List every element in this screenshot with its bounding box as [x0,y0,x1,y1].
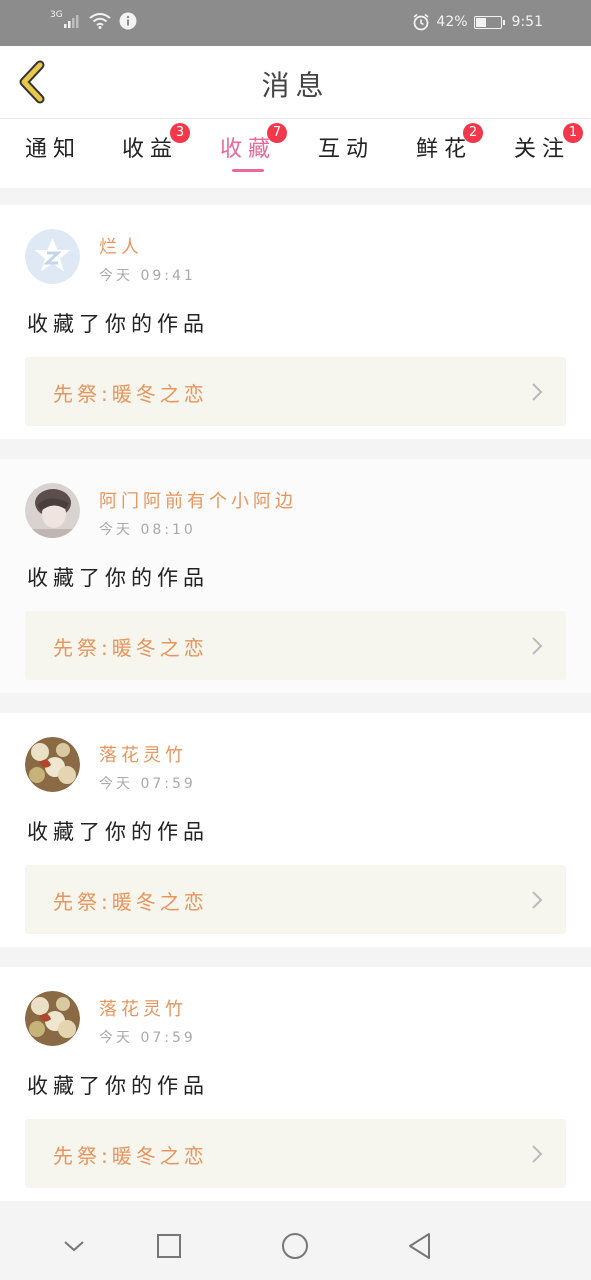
unread-badge: 2 [463,123,483,143]
clock: 9:51 [511,14,543,30]
active-tab-indicator [232,169,264,172]
tab-label: 收藏 [219,137,276,162]
tab-label: 关注 [513,137,570,162]
message-time: 今天 08:10 [99,522,196,538]
network-type: 3G [50,10,63,20]
signal-icon [63,15,79,28]
unread-badge: 3 [170,123,190,143]
message-time: 今天 07:59 [99,1030,196,1046]
wifi-icon [89,13,111,29]
user-name[interactable]: 落花灵竹 [99,995,187,1021]
tab-earnings[interactable]: 收益 3 [105,123,195,163]
message-tabs: 通知 收益 3 收藏 7 互动 鲜花 2 关注 1 [0,119,591,188]
avatar[interactable] [25,737,80,792]
avatar[interactable] [25,483,80,538]
user-name[interactable]: 落花灵竹 [99,741,187,767]
system-nav-bar [0,1214,591,1280]
message-text: 收藏了你的作品 [27,820,209,844]
tab-follows[interactable]: 关注 1 [497,123,587,163]
chevron-right-icon [532,1145,543,1163]
work-link[interactable]: 先祭:暖冬之恋 [25,1119,566,1188]
tab-label: 鲜花 [415,137,472,162]
tab-interactions[interactable]: 互动 [301,131,391,163]
tab-notice[interactable]: 通知 [8,131,98,163]
message-text: 收藏了你的作品 [27,1074,209,1098]
battery-icon [473,15,505,29]
work-title: 先祭:暖冬之恋 [53,636,208,660]
message-card: 落花灵竹 今天 07:59 收藏了你的作品 先祭:暖冬之恋 [0,967,591,1201]
work-title: 先祭:暖冬之恋 [53,1144,208,1168]
square-icon[interactable] [156,1232,182,1260]
work-link[interactable]: 先祭:暖冬之恋 [25,865,566,934]
alarm-icon [413,13,429,31]
avatar[interactable] [25,991,80,1046]
message-text: 收藏了你的作品 [27,312,209,336]
message-card: 阿门阿前有个小阿边 今天 08:10 收藏了你的作品 先祭:暖冬之恋 [0,459,591,693]
info-icon [119,12,137,30]
tab-label: 互动 [317,137,374,162]
page-title: 消息 [261,69,330,102]
message-text: 收藏了你的作品 [27,566,209,590]
message-card: 烂人 今天 09:41 收藏了你的作品 先祭:暖冬之恋 [0,205,591,439]
unread-badge: 7 [267,123,287,143]
app-header: 消息 [0,46,591,119]
battery-percent: 42% [436,14,468,30]
message-card: 落花灵竹 今天 07:59 收藏了你的作品 先祭:暖冬之恋 [0,713,591,947]
message-time: 今天 07:59 [99,776,196,792]
chevron-right-icon [532,383,543,401]
chevron-right-icon [532,891,543,909]
work-link[interactable]: 先祭:暖冬之恋 [25,611,566,680]
work-link[interactable]: 先祭:暖冬之恋 [25,357,566,426]
tab-flowers[interactable]: 鲜花 2 [399,123,489,163]
triangle-back-icon[interactable] [407,1232,433,1260]
work-title: 先祭:暖冬之恋 [53,890,208,914]
message-time: 今天 09:41 [99,268,196,284]
tab-label: 通知 [24,137,81,162]
user-name[interactable]: 阿门阿前有个小阿边 [99,487,297,513]
tab-favorites[interactable]: 收藏 7 [203,123,293,172]
circle-home-icon[interactable] [281,1232,309,1260]
status-bar: 3G 42% 9:51 [0,0,591,46]
chevron-down-icon[interactable] [62,1232,86,1260]
unread-badge: 1 [563,123,583,143]
work-title: 先祭:暖冬之恋 [53,382,208,406]
avatar[interactable] [25,229,80,284]
user-name[interactable]: 烂人 [99,233,143,259]
chevron-right-icon [532,637,543,655]
tab-label: 收益 [121,137,178,162]
